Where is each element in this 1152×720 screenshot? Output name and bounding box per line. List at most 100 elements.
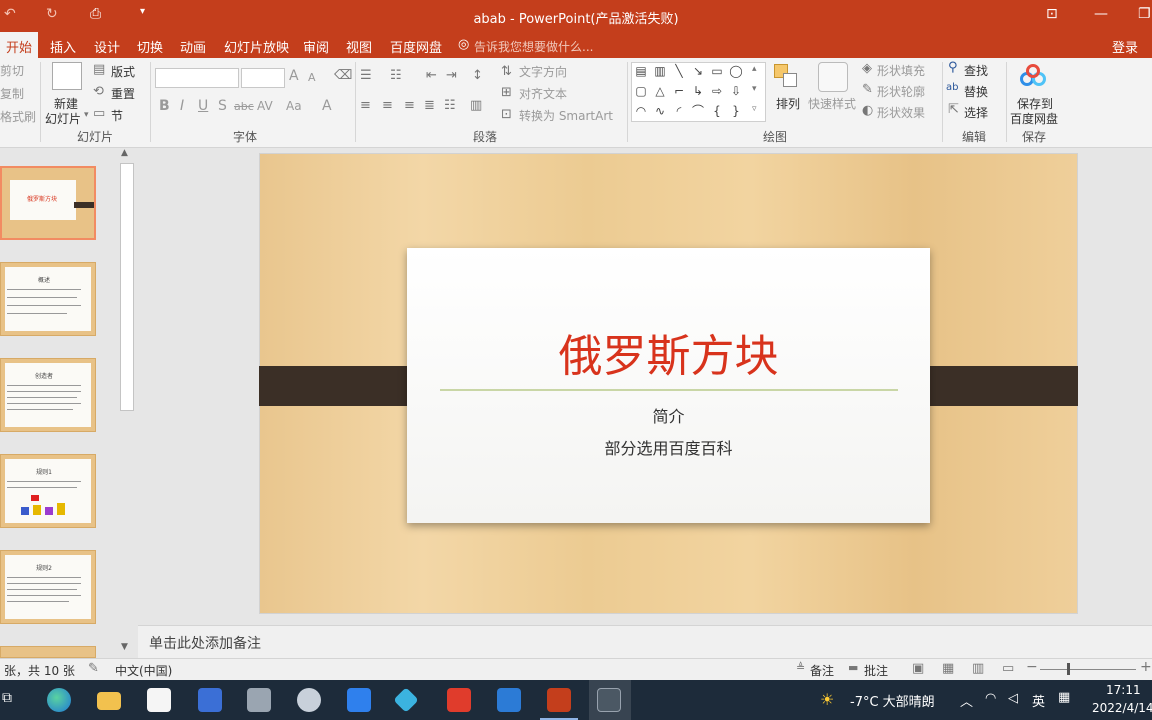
slide-thumbnail[interactable]: 规则1 xyxy=(0,454,96,528)
line-shape-icon[interactable]: ╲ xyxy=(670,62,688,80)
ribbon-display-icon[interactable]: ⊡ xyxy=(1046,6,1058,22)
shrink-font-button[interactable]: A xyxy=(308,71,316,84)
minimize-button[interactable]: — xyxy=(1094,6,1108,22)
line-spacing-icon[interactable]: ↕ xyxy=(472,68,483,83)
weather-icon[interactable]: ☀ xyxy=(820,690,834,709)
find-button[interactable]: 查找 xyxy=(964,62,988,79)
elbow-connector-icon[interactable]: ⌐ xyxy=(670,82,688,100)
change-case-button[interactable]: Aa xyxy=(286,99,302,113)
align-text-button[interactable]: 对齐文本 xyxy=(519,85,567,102)
tell-me-search[interactable]: 告诉我您想要做什么... xyxy=(474,38,593,55)
arrow-line-icon[interactable]: ↘ xyxy=(689,62,707,80)
gallery-up-icon[interactable]: ▴ xyxy=(752,64,757,74)
app-icon[interactable] xyxy=(393,687,419,713)
normal-view-icon[interactable]: ▣ xyxy=(912,661,924,676)
zoom-slider-thumb[interactable] xyxy=(1067,663,1070,675)
clear-format-icon[interactable]: ⌫ xyxy=(334,68,352,83)
vertical-textbox-icon[interactable]: ▥ xyxy=(651,62,669,80)
bullets-icon[interactable]: ☰ xyxy=(360,68,372,83)
quick-styles-icon[interactable] xyxy=(818,62,848,92)
align-center-icon[interactable]: ≡ xyxy=(382,98,393,113)
zoom-slider[interactable] xyxy=(1040,669,1136,670)
format-painter-button[interactable]: 格式刷 xyxy=(0,108,36,125)
slideshow-view-icon[interactable]: ▭ xyxy=(1002,661,1014,676)
select-button[interactable]: 选择 xyxy=(964,104,988,121)
left-brace-icon[interactable]: { xyxy=(708,102,726,120)
shape-fill-button[interactable]: 形状填充 xyxy=(877,62,925,79)
strikethrough-button[interactable]: abc xyxy=(234,100,254,113)
slide-thumbnail[interactable]: 俄罗斯方块 xyxy=(0,166,96,240)
paint-icon[interactable] xyxy=(297,688,321,712)
textbox-shape-icon[interactable]: ▤ xyxy=(632,62,650,80)
spell-check-icon[interactable]: ✎ xyxy=(88,661,99,676)
ime-indicator[interactable]: 英 xyxy=(1032,691,1045,710)
text-direction-button[interactable]: 文字方向 xyxy=(519,63,567,80)
scrollbar-thumb[interactable] xyxy=(120,163,134,411)
copy-button[interactable]: 复制 xyxy=(0,85,24,102)
volume-icon[interactable]: ◁ xyxy=(1008,691,1018,706)
slide-thumbnail[interactable]: 概述 xyxy=(0,262,96,336)
slide-title[interactable]: 俄罗斯方块 xyxy=(407,320,930,384)
rectangle-shape-icon[interactable]: ▭ xyxy=(708,62,726,80)
shape-effects-button[interactable]: 形状效果 xyxy=(877,104,925,121)
numbering-icon[interactable]: ☷ xyxy=(390,68,402,83)
section-button[interactable]: 节 xyxy=(111,107,123,124)
powerpoint-icon[interactable] xyxy=(547,688,571,712)
down-arrow-shape-icon[interactable]: ⇩ xyxy=(727,82,745,100)
font-color-button[interactable]: A xyxy=(322,98,332,114)
slide-thumbnail[interactable] xyxy=(0,646,96,658)
notes-toggle[interactable]: 备注 xyxy=(810,662,834,679)
scroll-up-icon[interactable]: ▲ xyxy=(121,148,128,158)
save-to-baidu-label-2[interactable]: 百度网盘 xyxy=(1010,110,1058,127)
zoom-out-icon[interactable]: − xyxy=(1026,659,1038,675)
new-slide-label-2[interactable]: 幻灯片 xyxy=(45,110,81,127)
tab-home[interactable]: 开始 xyxy=(0,32,39,58)
pdf-icon[interactable] xyxy=(447,688,471,712)
scroll-down-icon[interactable]: ▼ xyxy=(121,642,128,652)
calculator-icon[interactable] xyxy=(198,688,222,712)
comments-toggle[interactable]: 批注 xyxy=(864,662,888,679)
wifi-icon[interactable]: ◠ xyxy=(985,691,996,706)
reset-button[interactable]: 重置 xyxy=(111,85,135,102)
right-brace-icon[interactable]: } xyxy=(727,102,745,120)
elbow-arrow-icon[interactable]: ↳ xyxy=(689,82,707,100)
char-spacing-button[interactable]: AV xyxy=(257,99,273,113)
decrease-indent-icon[interactable]: ⇤ xyxy=(426,68,437,83)
tab-baidu-netdisk[interactable]: 百度网盘 xyxy=(390,37,442,56)
login-link[interactable]: 登录 xyxy=(1112,37,1138,56)
camera-icon[interactable] xyxy=(247,688,271,712)
increase-indent-icon[interactable]: ⇥ xyxy=(446,68,457,83)
gallery-down-icon[interactable]: ▾ xyxy=(752,84,757,94)
rounded-rect-icon[interactable]: ▢ xyxy=(632,82,650,100)
tab-view[interactable]: 视图 xyxy=(346,37,372,56)
arrange-icon[interactable] xyxy=(774,64,800,90)
smartart-button[interactable]: 转换为 SmartArt xyxy=(519,107,613,124)
language-indicator[interactable]: 中文(中国) xyxy=(115,662,172,679)
font-size-combo[interactable] xyxy=(241,68,285,88)
triangle-shape-icon[interactable]: △ xyxy=(651,82,669,100)
clock-date[interactable]: 2022/4/14 xyxy=(1092,701,1152,715)
photos-icon[interactable] xyxy=(497,688,521,712)
grow-font-button[interactable]: A xyxy=(289,68,299,84)
weather-text[interactable]: -7°C 大部晴朗 xyxy=(850,691,935,710)
layout-button[interactable]: 版式 xyxy=(111,63,135,80)
arc-icon[interactable]: ◜ xyxy=(670,102,688,120)
tab-transitions[interactable]: 切换 xyxy=(137,37,163,56)
task-view-icon[interactable]: ⧉ xyxy=(2,690,12,706)
columns-icon[interactable]: ▥ xyxy=(470,98,482,113)
tab-animations[interactable]: 动画 xyxy=(180,37,206,56)
reading-view-icon[interactable]: ▥ xyxy=(972,661,984,676)
store-icon[interactable] xyxy=(147,688,171,712)
replace-button[interactable]: 替换 xyxy=(964,83,988,100)
gallery-more-icon[interactable]: ▿ xyxy=(752,104,757,114)
chevron-up-icon[interactable]: ︿ xyxy=(960,691,973,710)
slide-subtitle-line2[interactable]: 部分选用百度百科 xyxy=(407,435,930,459)
tab-design[interactable]: 设计 xyxy=(94,37,120,56)
slide-subtitle[interactable]: 简介 xyxy=(407,403,930,427)
font-name-combo[interactable] xyxy=(155,68,239,88)
slide-sorter-icon[interactable]: ▦ xyxy=(942,661,954,676)
slide-thumbnail[interactable]: 规则2 xyxy=(0,550,96,624)
scribble-icon[interactable]: ⌒ xyxy=(689,102,707,120)
right-arrow-shape-icon[interactable]: ⇨ xyxy=(708,82,726,100)
distributed-icon[interactable]: ☷ xyxy=(444,98,456,113)
